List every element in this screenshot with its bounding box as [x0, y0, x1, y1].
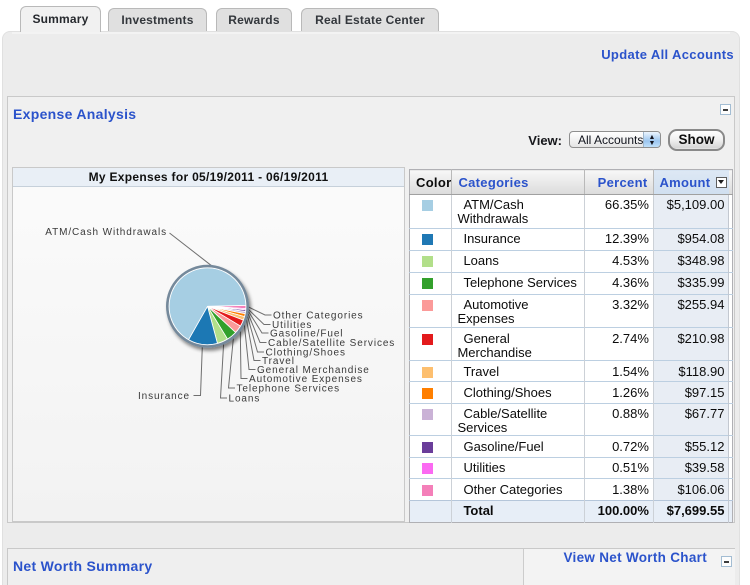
- svg-text:Loans: Loans: [229, 394, 261, 405]
- svg-text:ATM/Cash Withdrawals: ATM/Cash Withdrawals: [45, 227, 167, 238]
- svg-text:Insurance: Insurance: [138, 391, 190, 402]
